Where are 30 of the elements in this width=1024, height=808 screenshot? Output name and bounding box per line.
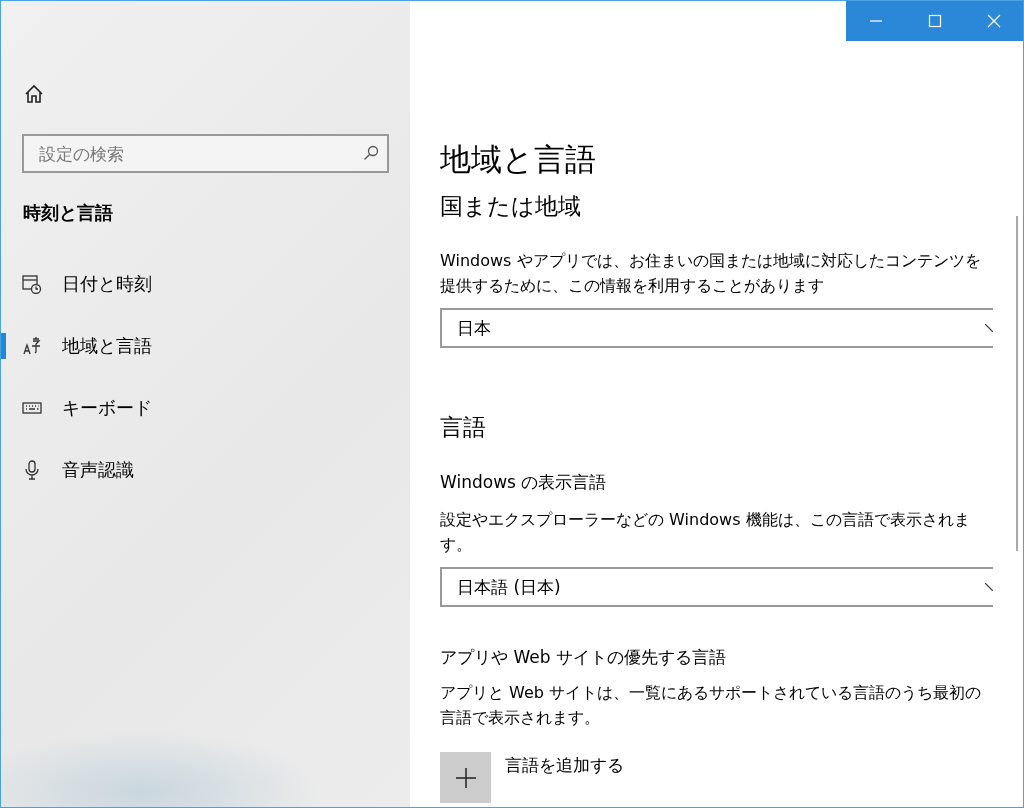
- section-title: 時刻と言語: [23, 201, 114, 225]
- subheading: アプリや Web サイトの優先する言語: [440, 646, 727, 669]
- plus-icon: [455, 767, 476, 788]
- add-language-button[interactable]: [440, 752, 491, 803]
- section-heading: 国または地域: [440, 192, 582, 221]
- dropdown[interactable]: 日本: [440, 308, 993, 348]
- dropdown-value: 日本語 (日本): [457, 575, 561, 599]
- sidebar-item[interactable]: 音声認識: [1, 439, 410, 501]
- calendar-clock-icon: [22, 274, 42, 294]
- subheading: Windows の表示言語: [440, 471, 608, 494]
- search-field[interactable]: 設定の検索: [22, 134, 389, 173]
- description-text: Windows やアプリでは、お住まいの国または地域に対応したコンテンツを提供するために、この情報を利用することがあります: [440, 250, 982, 297]
- sidebar-item[interactable]: キーボード: [1, 377, 410, 439]
- dropdown-value: 日本: [457, 316, 491, 340]
- close-icon: [986, 14, 1001, 28]
- page-title: 地域と言語: [440, 140, 597, 179]
- chevron-icon: [985, 583, 993, 591]
- search-icon: [363, 145, 379, 161]
- language-icon: [22, 336, 42, 356]
- microphone-icon: [22, 460, 42, 480]
- home-icon[interactable]: [24, 84, 44, 104]
- description-text: アプリと Web サイトは、一覧にあるサポートされている言語のうち最初の言語で表示されます。: [440, 682, 983, 729]
- chevron-icon: [985, 324, 993, 332]
- add-language-label[interactable]: 言語を追加する: [505, 752, 624, 778]
- scrollbar[interactable]: [1016, 216, 1018, 551]
- sidebar-item[interactable]: 日付と時刻: [1, 253, 410, 315]
- dropdown[interactable]: 日本語 (日本): [440, 567, 993, 607]
- section-heading: 言語: [440, 413, 487, 442]
- maximize-icon: [927, 14, 942, 28]
- description-text: 設定やエクスプローラーなどの Windows 機能は、この言語で表示されます。: [440, 509, 971, 556]
